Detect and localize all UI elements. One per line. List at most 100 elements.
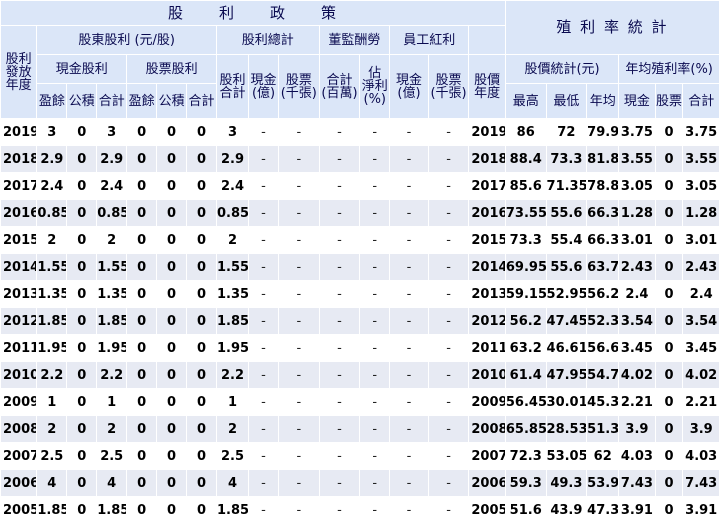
cell-low: 28.53	[545, 415, 588, 443]
cell-emp-stock: -	[427, 118, 470, 146]
cell-dir-pct: -	[359, 334, 391, 362]
stock-earnings-header: 盈餘	[126, 83, 158, 119]
cell-cash-b: -	[248, 415, 279, 443]
cell-c-earn: 1.85	[36, 307, 68, 335]
cell-y-stock: 0	[654, 361, 684, 389]
table-row: 2014 1.55 0 1.55 0 0 0 1.55- - - - - -2014 69.95 55.6 6…	[0, 253, 720, 281]
cell-emp-stock: -	[427, 442, 470, 470]
cell-s-sum: 0	[186, 253, 217, 281]
cell-y-stock: 0	[654, 496, 684, 524]
cell-stock-k: -	[278, 388, 320, 416]
cell-dir-pct: -	[359, 442, 391, 470]
cell-c-sum: 2.5	[96, 442, 128, 470]
cell-c-earn: 2	[36, 226, 68, 254]
cell-dir-m: -	[318, 307, 361, 335]
cell-emp-cash: -	[389, 145, 429, 173]
cell-total: 1.85	[215, 307, 250, 335]
cell-cash-b: -	[248, 253, 279, 281]
employee-bonus-header: 員工紅利	[389, 25, 470, 55]
cell-dir-pct: -	[359, 388, 391, 416]
cell-c-res: 0	[66, 307, 98, 335]
cell-dir-m: -	[318, 469, 361, 497]
cell-c-earn: 2.5	[36, 442, 68, 470]
cell-year: 2016	[0, 199, 38, 227]
cell-y-cash: 3.75	[618, 118, 656, 146]
cell-s-sum: 0	[186, 145, 217, 173]
cell-c-sum: 0.85	[96, 199, 128, 227]
cell-c-res: 0	[66, 361, 98, 389]
cell-s-earn: 0	[126, 172, 158, 200]
cell-stock-k: -	[278, 496, 320, 524]
cash-earnings-header: 盈餘	[36, 83, 68, 119]
cell-s-res: 0	[156, 361, 188, 389]
cell-c-res: 0	[66, 388, 98, 416]
cell-y-cash: 2.43	[618, 253, 656, 281]
table-row: 2006 4 0 4 0 0 0 4- - - - - -2006 59.3 49.3 53.9 7.43 0 7.…	[0, 469, 720, 497]
cell-total: 1.95	[215, 334, 250, 362]
cell-year: 2013	[0, 280, 38, 308]
cell-c-res: 0	[66, 334, 98, 362]
cell-c-sum: 2.9	[96, 145, 128, 173]
cell-y-stock: 0	[654, 307, 684, 335]
cell-stock-k: -	[278, 280, 320, 308]
cell-c-earn: 2.2	[36, 361, 68, 389]
cell-cash-b: -	[248, 172, 279, 200]
cell-y-total: 3.45	[682, 334, 720, 362]
cell-y-cash: 3.45	[618, 334, 656, 362]
cell-c-sum: 1.95	[96, 334, 128, 362]
cell-s-res: 0	[156, 172, 188, 200]
cash-dividend-header: 現金股利	[36, 54, 128, 84]
cell-c-res: 0	[66, 253, 98, 281]
cell-y-stock: 0	[654, 469, 684, 497]
cell-c-earn: 1.55	[36, 253, 68, 281]
cell-year: 2009	[0, 388, 38, 416]
cell-high: 73.3	[504, 226, 547, 254]
cell-dir-m: -	[318, 118, 361, 146]
cell-pyear: 2011	[468, 334, 506, 362]
cell-c-sum: 1.85	[96, 307, 128, 335]
cell-y-total: 2.43	[682, 253, 720, 281]
cell-dir-m: -	[318, 415, 361, 443]
cell-low: 53.05	[545, 442, 588, 470]
emp-cash-header: 現金 (億)	[389, 54, 429, 119]
cell-s-sum: 0	[186, 280, 217, 308]
cell-low: 49.3	[545, 469, 588, 497]
cell-low: 46.61	[545, 334, 588, 362]
cell-c-earn: 1.85	[36, 496, 68, 524]
cell-pyear: 2008	[468, 415, 506, 443]
cell-stock-k: -	[278, 361, 320, 389]
cell-stock-k: -	[278, 307, 320, 335]
cell-emp-stock: -	[427, 334, 470, 362]
cell-avg: 47.3	[586, 496, 620, 524]
table-row: 2009 1 0 1 0 0 0 1- - - - - -2009 56.45 30.01 45.3 2.21 0…	[0, 388, 720, 416]
cell-total: 3	[215, 118, 250, 146]
cell-pyear: 2007	[468, 442, 506, 470]
cell-s-sum: 0	[186, 361, 217, 389]
cell-low: 47.45	[545, 307, 588, 335]
director-pay-header: 董監酬勞	[318, 25, 391, 55]
cell-y-cash: 3.54	[618, 307, 656, 335]
cell-emp-cash: -	[389, 307, 429, 335]
cell-dir-pct: -	[359, 145, 391, 173]
cell-c-res: 0	[66, 469, 98, 497]
yield-title: 殖 利 率 統 計	[504, 0, 720, 55]
cell-c-earn: 1.95	[36, 334, 68, 362]
cell-dir-m: -	[318, 442, 361, 470]
cell-s-earn: 0	[126, 253, 158, 281]
cell-s-res: 0	[156, 334, 188, 362]
cell-avg: 81.8	[586, 145, 620, 173]
net-income-pct-header: 佔 淨利 (%)	[359, 54, 391, 119]
cell-cash-b: -	[248, 280, 279, 308]
cell-emp-stock: -	[427, 199, 470, 227]
yield-stock-header: 股票	[654, 83, 684, 119]
price-year-header: 股價 年度	[468, 54, 506, 119]
cell-s-sum: 0	[186, 469, 217, 497]
cell-y-cash: 3.01	[618, 226, 656, 254]
cell-y-total: 1.28	[682, 199, 720, 227]
cell-dir-m: -	[318, 226, 361, 254]
cell-c-earn: 2.4	[36, 172, 68, 200]
cell-cash-b: -	[248, 496, 279, 524]
cell-y-cash: 4.02	[618, 361, 656, 389]
cell-emp-stock: -	[427, 469, 470, 497]
cell-dir-pct: -	[359, 469, 391, 497]
